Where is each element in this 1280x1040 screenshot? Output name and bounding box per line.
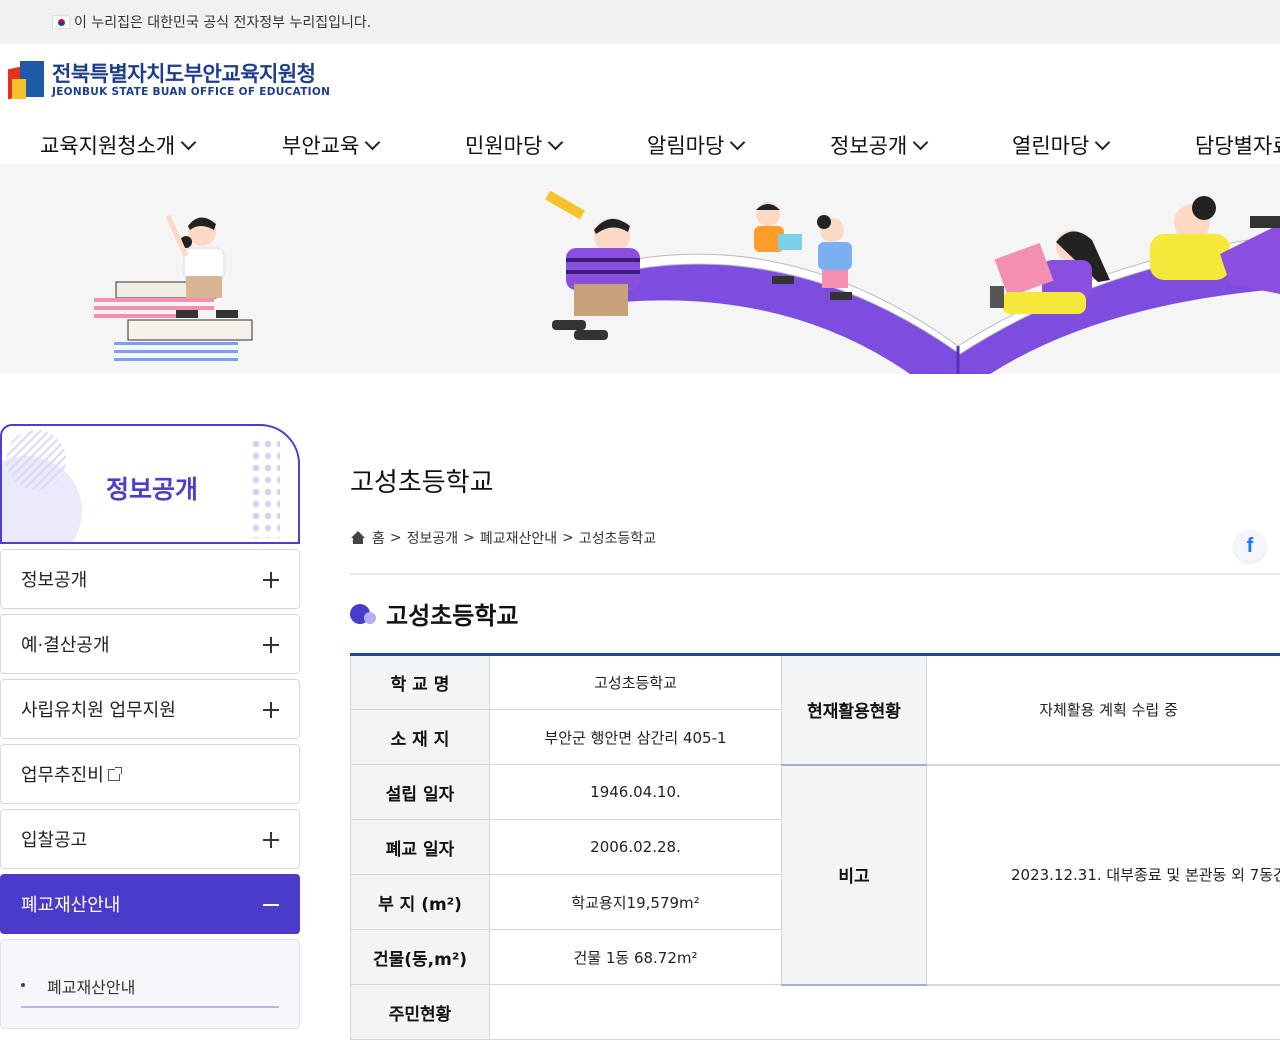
logo-name-ko: 전북특별자치도부안교육지원청 xyxy=(52,62,330,86)
gnb-item-open[interactable]: 열린마당 xyxy=(1012,130,1108,160)
table-header-cell: 현재활용현황 xyxy=(782,655,927,765)
gov-banner-text: 이 누리집은 대한민국 공식 전자정부 누리집입니다. xyxy=(74,12,371,32)
gnb-item-intro[interactable]: 교육지원청소개 xyxy=(40,130,194,160)
home-icon xyxy=(350,531,366,545)
table-row: 설립 일자 1946.04.10. 비고 2023.12.31. 대부종료 및 … xyxy=(351,765,1280,820)
plus-icon xyxy=(263,702,279,718)
gnb-item-notice[interactable]: 알림마당 xyxy=(647,130,743,160)
table-cell: 2023.12.31. 대부종료 및 본관동 외 7동건물 xyxy=(927,765,1280,985)
table-cell: 자체활용 계획 수립 중 xyxy=(927,655,1280,765)
section-heading: 고성초등학교 xyxy=(350,596,518,631)
chevron-down-icon xyxy=(730,134,746,150)
table-header-cell: 폐교 일자 xyxy=(351,820,490,875)
breadcrumb-separator: > xyxy=(562,530,574,546)
chevron-down-icon xyxy=(181,134,197,150)
breadcrumb-current: 고성초등학교 xyxy=(579,528,656,548)
table-header-cell: 학 교 명 xyxy=(351,655,490,710)
table-cell: 고성초등학교 xyxy=(490,655,782,710)
table-header-cell: 건물(동,m²) xyxy=(351,930,490,985)
heading-bullet-icon xyxy=(350,602,378,626)
breadcrumb-home[interactable]: 홈 xyxy=(372,528,385,548)
chevron-down-icon xyxy=(365,134,381,150)
chevron-down-icon xyxy=(1095,134,1111,150)
table-cell: 1946.04.10. xyxy=(490,765,782,820)
logo-name-en: JEONBUK STATE BUAN OFFICE OF EDUCATION xyxy=(52,86,330,98)
breadcrumb-separator: > xyxy=(390,530,402,546)
table-header-cell: 부 지 (m²) xyxy=(351,875,490,930)
gnb-item-data[interactable]: 담당별자료 xyxy=(1195,130,1280,160)
boy-with-pencil-icon xyxy=(545,191,640,340)
facebook-share-icon[interactable]: f xyxy=(1234,530,1266,562)
plus-icon xyxy=(263,832,279,848)
breadcrumb-item[interactable]: 폐교재산안내 xyxy=(480,528,557,548)
sidebar-item-bidding[interactable]: 입찰공고 xyxy=(0,809,300,869)
table-cell xyxy=(490,985,1280,1040)
sidebar-item-closed-school[interactable]: 폐교재산안내 xyxy=(0,874,300,934)
page-title: 고성초등학교 xyxy=(350,462,494,499)
school-info-table: 학 교 명 고성초등학교 현재활용현황 자체활용 계획 수립 중 소 재 지 부… xyxy=(350,653,1280,1040)
submenu-item-closed-school[interactable]: 폐교재산안내 xyxy=(21,974,279,1008)
table-cell: 학교용지19,579m² xyxy=(490,875,782,930)
gnb-item-civil[interactable]: 민원마당 xyxy=(465,130,561,160)
girl-character-icon xyxy=(168,216,238,318)
site-logo[interactable]: 전북특별자치도부안교육지원청 JEONBUK STATE BUAN OFFICE… xyxy=(8,58,330,102)
minus-icon xyxy=(263,904,279,906)
breadcrumb: 홈 > 정보공개 > 폐교재산안내 > 고성초등학교 xyxy=(350,528,656,548)
plus-icon xyxy=(263,572,279,588)
hero-illustration xyxy=(0,164,1280,374)
plus-icon xyxy=(263,637,279,653)
table-header-cell: 주민현황 xyxy=(351,985,490,1040)
sidebar-item-info-disclosure[interactable]: 정보공개 xyxy=(0,549,300,609)
gnb-item-info[interactable]: 정보공개 xyxy=(830,130,926,160)
section-title: 고성초등학교 xyxy=(386,596,518,631)
sidebar-item-budget[interactable]: 예·결산공개 xyxy=(0,614,300,674)
header-divider xyxy=(350,573,1280,575)
table-cell: 부안군 행안면 삼간리 405-1 xyxy=(490,710,782,765)
main-navigation: 교육지원청소개 부안교육 민원마당 알림마당 정보공개 열린마당 담당별자료 xyxy=(0,122,1280,164)
breadcrumb-separator: > xyxy=(463,530,475,546)
breadcrumb-item[interactable]: 정보공개 xyxy=(407,528,459,548)
table-cell: 2006.02.28. xyxy=(490,820,782,875)
table-header-cell: 설립 일자 xyxy=(351,765,490,820)
sidebar-menu: 정보공개 예·결산공개 사립유치원 업무지원 업무추진비 입찰공고 폐교재산안내… xyxy=(0,549,300,1029)
hero-banner xyxy=(0,164,1280,374)
logo-mark-icon xyxy=(8,59,46,101)
gnb-item-education[interactable]: 부안교육 xyxy=(282,130,378,160)
korea-flag-icon xyxy=(52,15,70,29)
table-header-cell: 비고 xyxy=(782,765,927,985)
table-row: 주민현황 xyxy=(351,985,1280,1040)
external-link-icon xyxy=(108,769,120,781)
table-row: 학 교 명 고성초등학교 현재활용현황 자체활용 계획 수립 중 xyxy=(351,655,1280,710)
table-cell: 건물 1동 68.72m² xyxy=(490,930,782,985)
chevron-down-icon xyxy=(548,134,564,150)
sidebar-item-expense[interactable]: 업무추진비 xyxy=(0,744,300,804)
book-stack-icon xyxy=(94,282,252,361)
sidebar-item-private-kindergarten[interactable]: 사립유치원 업무지원 xyxy=(0,679,300,739)
chevron-down-icon xyxy=(913,134,929,150)
sidebar-submenu: 폐교재산안내 xyxy=(0,939,300,1029)
sidebar-title-card: 정보공개 xyxy=(0,424,300,544)
table-header-cell: 소 재 지 xyxy=(351,710,490,765)
girl-waving-icon xyxy=(1150,196,1280,294)
sidebar-title: 정보공개 xyxy=(2,470,300,506)
gov-banner: 이 누리집은 대한민국 공식 전자정부 누리집입니다. xyxy=(0,0,1280,44)
